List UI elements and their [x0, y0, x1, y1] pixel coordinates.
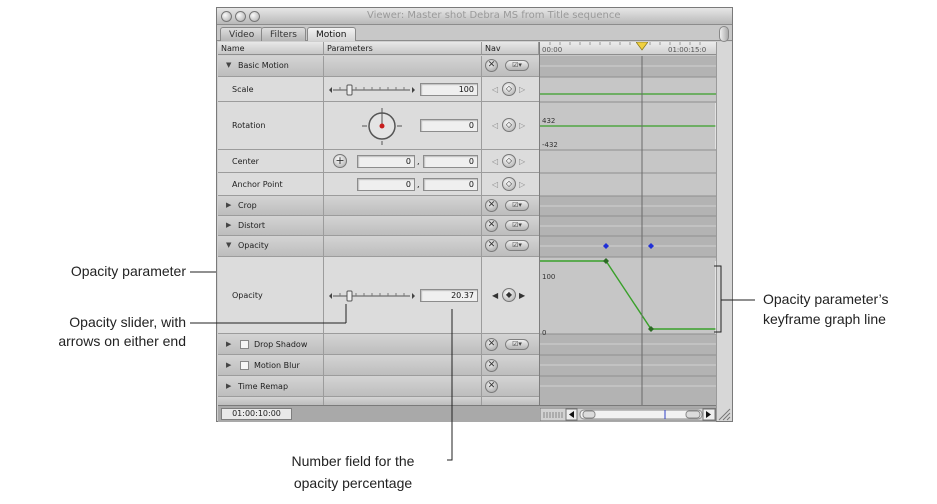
- callout-number-field-line1: Number field for the: [291, 453, 415, 469]
- callout-opacity-parameter: Opacity parameter: [70, 263, 186, 279]
- callout-keyframe-line1: Opacity parameter’s: [763, 291, 889, 307]
- callout-opacity-slider-line2: arrows on either end: [58, 333, 186, 349]
- callout-number-field-line2: opacity percentage: [293, 475, 413, 491]
- callout-opacity-slider-line1: Opacity slider, with: [69, 314, 186, 330]
- callout-lines: [190, 265, 755, 461]
- callout-keyframe-line2: keyframe graph line: [763, 311, 886, 327]
